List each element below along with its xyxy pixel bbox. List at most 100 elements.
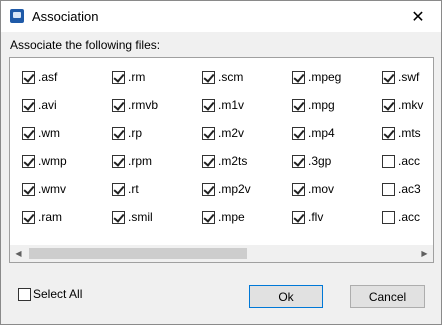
title-bar: Association ✕ [1,1,441,32]
checkbox-box[interactable] [382,126,395,140]
file-type-label: .ac3 [398,182,421,196]
scroll-left-arrow-icon[interactable]: ◀ [10,245,27,262]
file-type-checkbox[interactable]: .3gp [292,152,331,170]
file-type-checkbox[interactable]: .scm [202,68,243,86]
checkbox-box[interactable] [292,210,305,224]
file-type-checkbox[interactable]: .rmvb [112,96,158,114]
file-type-checkbox[interactable]: .ac3 [382,180,421,198]
file-type-label: .mp2v [218,182,251,196]
checkbox-box[interactable] [292,98,305,112]
file-type-label: .smil [128,210,153,224]
file-type-checkbox[interactable]: .mpeg [292,68,341,86]
file-type-label: .wmv [38,182,66,196]
select-all-box[interactable] [18,287,31,301]
file-type-label: .mpg [308,98,335,112]
file-type-label: .3gp [308,154,332,168]
file-type-checkbox[interactable]: .asf [22,68,57,86]
file-type-checkbox[interactable]: .mpg [292,96,335,114]
checkbox-box[interactable] [292,154,305,168]
file-type-label: .m2ts [218,154,248,168]
file-type-checkbox[interactable]: .m2ts [202,152,247,170]
checkbox-box[interactable] [202,154,215,168]
file-type-checkbox[interactable]: .acc [382,152,420,170]
checkbox-box[interactable] [292,182,305,196]
file-type-label: .m2v [218,126,245,140]
app-icon [10,9,24,23]
file-type-checkbox[interactable]: .mp2v [202,180,251,198]
checkbox-box[interactable] [22,154,35,168]
checkbox-box[interactable] [112,154,125,168]
checkbox-box[interactable] [112,182,125,196]
checkbox-box[interactable] [22,70,35,84]
file-type-checkbox[interactable]: .wm [22,124,60,142]
file-type-label: .mpeg [308,70,342,84]
checkbox-box[interactable] [202,126,215,140]
file-type-label: .rpm [128,154,152,168]
checkbox-box[interactable] [382,210,395,224]
scrollbar-thumb[interactable] [29,248,247,259]
checkbox-box[interactable] [292,70,305,84]
file-type-label: .acc [398,210,421,224]
file-type-label: .wm [38,126,60,140]
checkbox-box[interactable] [382,154,395,168]
file-type-label: .mts [398,126,421,140]
file-type-checkbox[interactable]: .mov [292,180,334,198]
file-type-checkbox[interactable]: .avi [22,96,57,114]
file-type-checkbox[interactable]: .swf [382,68,419,86]
file-type-label: .ram [38,210,62,224]
ok-button[interactable]: Ok [249,285,323,308]
file-type-checkbox[interactable]: .acc [382,208,420,226]
file-type-label: .rt [128,182,139,196]
file-type-checkbox[interactable]: .mkv [382,96,423,114]
file-type-label: .avi [38,98,57,112]
scroll-right-arrow-icon[interactable]: ▶ [416,245,433,262]
file-type-checkbox[interactable]: .rp [112,124,142,142]
horizontal-scrollbar[interactable]: ◀ ▶ [10,245,433,262]
checkbox-box[interactable] [22,126,35,140]
checkbox-box[interactable] [382,70,395,84]
checkbox-box[interactable] [202,98,215,112]
select-all-checkbox[interactable]: Select All [18,287,82,301]
checkbox-box[interactable] [382,98,395,112]
checkbox-box[interactable] [22,98,35,112]
checkbox-box[interactable] [112,70,125,84]
checkbox-box[interactable] [112,210,125,224]
file-type-checkbox[interactable]: .flv [292,208,323,226]
file-type-label: .mkv [398,98,424,112]
file-type-label: .m1v [218,98,245,112]
checkbox-box[interactable] [202,182,215,196]
file-type-checkbox[interactable]: .ram [22,208,62,226]
checkbox-box[interactable] [202,70,215,84]
file-type-checkbox[interactable]: .wmv [22,180,66,198]
file-type-checkbox[interactable]: .rt [112,180,139,198]
file-type-checkbox[interactable]: .wmp [22,152,67,170]
checkbox-box[interactable] [382,182,395,196]
file-type-label: .flv [308,210,324,224]
checkbox-box[interactable] [292,126,305,140]
file-type-checkbox[interactable]: .smil [112,208,153,226]
cancel-button[interactable]: Cancel [350,285,425,308]
checkbox-box[interactable] [112,126,125,140]
close-icon[interactable]: ✕ [395,1,441,32]
checkbox-box[interactable] [112,98,125,112]
file-type-checkbox[interactable]: .rm [112,68,145,86]
checkbox-box[interactable] [22,210,35,224]
file-type-label: .rm [128,70,146,84]
file-type-checkbox[interactable]: .mpe [202,208,245,226]
checkbox-box[interactable] [202,210,215,224]
file-type-label: .scm [218,70,244,84]
file-type-checkbox[interactable]: .rpm [112,152,152,170]
file-type-label: .swf [398,70,420,84]
file-type-label: .acc [398,154,421,168]
file-type-label: .rmvb [128,98,158,112]
file-type-checkbox[interactable]: .m2v [202,124,244,142]
file-type-checkbox[interactable]: .m1v [202,96,244,114]
file-type-label: .mpe [218,210,245,224]
select-all-label: Select All [33,287,83,301]
checkbox-box[interactable] [22,182,35,196]
association-dialog: Association ✕ Associate the following fi… [0,0,442,325]
file-type-checkbox[interactable]: .mts [382,124,421,142]
file-type-checkbox[interactable]: .mp4 [292,124,335,142]
associate-files-label: Associate the following files: [10,38,161,52]
file-type-list: .asf .avi .wm .wmp .wmv .ram .rm .rmvb .rp .rpm .r… [9,57,434,263]
